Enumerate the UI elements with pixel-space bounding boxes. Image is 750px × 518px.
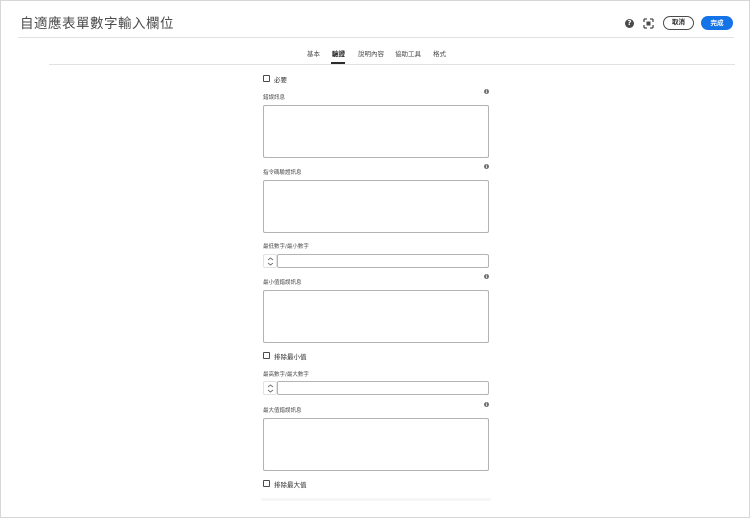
exclude-max-label: 排除最大值: [274, 481, 307, 489]
tab-help-content[interactable]: 說明內容: [358, 48, 384, 58]
exclude-max-checkbox[interactable]: [263, 480, 270, 487]
min-error-label: 最小值錯誤訊息: [263, 280, 302, 286]
cancel-button[interactable]: 取消: [663, 16, 694, 30]
required-checkbox[interactable]: [263, 75, 270, 82]
stepper-icon: [267, 257, 274, 266]
max-number-label: 最高數字/最大數字: [263, 372, 309, 378]
info-icon[interactable]: i: [484, 402, 489, 407]
min-number-stepper[interactable]: [263, 254, 277, 268]
exclude-min-checkbox[interactable]: [263, 352, 270, 359]
max-error-textarea[interactable]: [263, 418, 489, 471]
min-error-textarea[interactable]: [263, 290, 489, 343]
min-number-input[interactable]: [277, 254, 489, 268]
info-icon[interactable]: i: [484, 274, 489, 279]
dialog-window: 自適應表單數字輸入欄位 ? 取消 完成 基本 驗證 說明內容 協助工具 格式 必…: [0, 0, 750, 518]
dialog-header: 自適應表單數字輸入欄位 ? 取消 完成: [1, 1, 749, 37]
header-divider: [18, 37, 734, 38]
max-number-input[interactable]: [277, 381, 489, 395]
info-icon[interactable]: i: [484, 89, 489, 94]
required-label: 必要: [274, 76, 287, 84]
tab-accessibility[interactable]: 協助工具: [395, 48, 421, 58]
info-icon[interactable]: i: [484, 164, 489, 169]
min-number-field: [263, 254, 489, 268]
max-number-field: [263, 381, 489, 395]
script-error-label: 指令碼驗證訊息: [263, 170, 302, 176]
tab-bar: 基本 驗證 說明內容 協助工具 格式: [1, 48, 749, 64]
done-button[interactable]: 完成: [701, 16, 733, 30]
error-message-label: 錯誤訊息: [263, 95, 286, 101]
tabs-divider: [49, 64, 735, 65]
tab-basic[interactable]: 基本: [307, 48, 320, 58]
max-error-label: 最大值錯誤訊息: [263, 408, 302, 414]
error-message-textarea[interactable]: [263, 105, 489, 158]
stepper-icon: [267, 384, 274, 393]
tab-format[interactable]: 格式: [433, 48, 446, 58]
min-number-label: 最低數字/最小數字: [263, 244, 309, 250]
fullscreen-icon[interactable]: [643, 18, 654, 29]
tab-validation[interactable]: 驗證: [332, 48, 345, 58]
scroll-fade: [261, 498, 491, 501]
page-title: 自適應表單數字輸入欄位: [20, 16, 174, 32]
exclude-min-label: 排除最小值: [274, 353, 307, 361]
max-number-stepper[interactable]: [263, 381, 277, 395]
script-error-textarea[interactable]: [263, 180, 489, 233]
help-icon[interactable]: ?: [625, 19, 634, 28]
